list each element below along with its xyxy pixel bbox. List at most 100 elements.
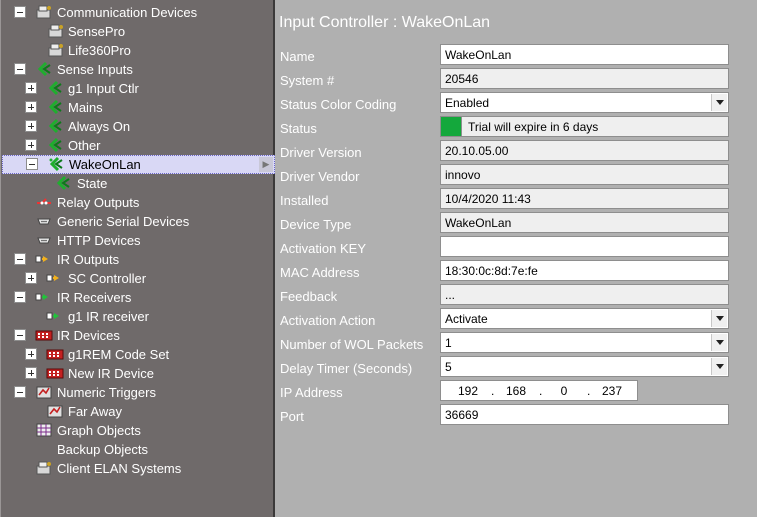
tree-node-label: Relay Outputs bbox=[57, 195, 140, 210]
tree-node-label: IR Receivers bbox=[57, 290, 132, 305]
expand-toggle[interactable] bbox=[25, 272, 37, 284]
expand-toggle[interactable] bbox=[25, 101, 37, 113]
tree-node-ir-receivers[interactable]: IR Receivers bbox=[1, 288, 274, 307]
tree-node-label: Backup Objects bbox=[57, 442, 149, 457]
driver-vendor-value: innovo bbox=[445, 168, 481, 182]
tree-node-label: State bbox=[77, 176, 108, 191]
tree-node-new-ir-device[interactable]: New IR Device bbox=[1, 364, 274, 383]
ir-device-icon bbox=[35, 327, 53, 343]
wol-packets-select[interactable]: 1 bbox=[440, 332, 729, 353]
installed-field: 10/4/2020 11:43 bbox=[440, 188, 729, 209]
tree-node-wakeonlan[interactable]: WakeOnLan ▶ bbox=[2, 155, 275, 174]
tree-node-ir-devices[interactable]: IR Devices bbox=[1, 326, 274, 345]
chevron-down-icon[interactable] bbox=[711, 94, 727, 111]
sense-input-icon bbox=[47, 156, 65, 172]
sense-input-icon bbox=[46, 137, 64, 153]
collapse-toggle[interactable] bbox=[14, 329, 26, 341]
sense-device-icon bbox=[47, 42, 65, 58]
feedback-field[interactable]: ... bbox=[440, 284, 729, 305]
ip-octet-2[interactable]: 168 bbox=[499, 384, 533, 398]
status-color-coding-value: Enabled bbox=[445, 96, 490, 110]
status-field: Trial will expire in 6 days bbox=[440, 116, 729, 137]
tree-node-numeric-triggers[interactable]: Numeric Triggers bbox=[1, 383, 274, 402]
device-tree[interactable]: Communication Devices SensePro Life360Pr… bbox=[0, 0, 275, 517]
serial-icon bbox=[35, 213, 53, 229]
collapse-toggle[interactable] bbox=[14, 6, 26, 18]
ip-address-field[interactable]: 192 . 168 . 0 . 237 bbox=[440, 380, 638, 401]
ip-separator: . bbox=[539, 384, 543, 398]
label-status-color-coding: Status Color Coding bbox=[280, 97, 397, 112]
tree-node-far-away[interactable]: Far Away bbox=[1, 402, 274, 421]
expand-toggle[interactable] bbox=[25, 82, 37, 94]
tree-node-label: Graph Objects bbox=[57, 423, 141, 438]
tree-node-relay-outputs[interactable]: Relay Outputs bbox=[1, 193, 274, 212]
activation-key-field[interactable] bbox=[440, 236, 729, 257]
label-status: Status bbox=[280, 121, 317, 136]
ip-octet-3[interactable]: 0 bbox=[547, 384, 581, 398]
tree-node-always-on[interactable]: Always On bbox=[1, 117, 274, 136]
label-name: Name bbox=[280, 49, 315, 64]
name-field[interactable]: WakeOnLan bbox=[440, 44, 729, 65]
tree-node-g1rem-code-set[interactable]: g1REM Code Set bbox=[1, 345, 274, 364]
tree-node-label: Mains bbox=[68, 100, 103, 115]
label-activation-key: Activation KEY bbox=[280, 241, 366, 256]
tree-node-ir-outputs[interactable]: IR Outputs bbox=[1, 250, 274, 269]
chevron-right-icon[interactable]: ▶ bbox=[259, 157, 273, 172]
tree-node-label: IR Devices bbox=[57, 328, 120, 343]
tree-node-other[interactable]: Other bbox=[1, 136, 274, 155]
tree-node-http-devices[interactable]: HTTP Devices bbox=[1, 231, 274, 250]
mac-address-field[interactable]: 18:30:0c:8d:7e:fe bbox=[440, 260, 729, 281]
chevron-down-icon[interactable] bbox=[711, 334, 727, 351]
expand-toggle[interactable] bbox=[25, 139, 37, 151]
expand-toggle[interactable] bbox=[25, 367, 37, 379]
label-mac-address: MAC Address bbox=[280, 265, 360, 280]
tree-node-communication-devices[interactable]: Communication Devices bbox=[1, 3, 274, 22]
ip-octet-4[interactable]: 237 bbox=[595, 384, 629, 398]
collapse-toggle[interactable] bbox=[14, 291, 26, 303]
tree-node-g1-input-ctlr[interactable]: g1 Input Ctlr bbox=[1, 79, 274, 98]
tree-node-state[interactable]: State bbox=[1, 174, 274, 193]
port-value: 36669 bbox=[445, 408, 479, 422]
chevron-down-icon[interactable] bbox=[711, 310, 727, 327]
tree-node-sc-controller[interactable]: SC Controller bbox=[1, 269, 274, 288]
tree-node-client-elan-systems[interactable]: Client ELAN Systems bbox=[1, 459, 274, 478]
delay-timer-select[interactable]: 5 bbox=[440, 356, 729, 377]
ir-receiver-icon bbox=[35, 289, 53, 305]
tree-node-label: Communication Devices bbox=[57, 5, 198, 20]
numeric-trigger-icon bbox=[46, 403, 64, 419]
tree-node-sense-inputs[interactable]: Sense Inputs bbox=[1, 60, 274, 79]
collapse-toggle[interactable] bbox=[26, 158, 38, 170]
status-color-coding-select[interactable]: Enabled bbox=[440, 92, 729, 113]
tree-node-mains[interactable]: Mains bbox=[1, 98, 274, 117]
tree-node-label: WakeOnLan bbox=[69, 157, 141, 172]
collapse-toggle[interactable] bbox=[14, 386, 26, 398]
tree-node-graph-objects[interactable]: Graph Objects bbox=[1, 421, 274, 440]
collapse-toggle[interactable] bbox=[14, 253, 26, 265]
device-type-field: WakeOnLan bbox=[440, 212, 729, 233]
chevron-down-icon[interactable] bbox=[711, 358, 727, 375]
feedback-value: ... bbox=[445, 288, 456, 302]
panel-title: Input Controller : WakeOnLan bbox=[279, 14, 491, 31]
tree-node-life360pro[interactable]: Life360Pro bbox=[1, 41, 274, 60]
activation-action-select[interactable]: Activate bbox=[440, 308, 729, 329]
expand-toggle[interactable] bbox=[25, 120, 37, 132]
tree-node-label: Client ELAN Systems bbox=[57, 461, 182, 476]
wol-packets-value: 1 bbox=[445, 336, 452, 350]
port-field[interactable]: 36669 bbox=[440, 404, 729, 425]
label-device-type: Device Type bbox=[280, 217, 352, 232]
ip-octet-1[interactable]: 192 bbox=[451, 384, 485, 398]
label-feedback: Feedback bbox=[280, 289, 338, 304]
tree-node-backup-objects[interactable]: Backup Objects bbox=[1, 440, 274, 459]
tree-node-label: IR Outputs bbox=[57, 252, 120, 267]
activation-action-value: Activate bbox=[445, 312, 488, 326]
tree-node-sensepro[interactable]: SensePro bbox=[1, 22, 274, 41]
tree-node-label: Numeric Triggers bbox=[57, 385, 156, 400]
tree-node-generic-serial-devices[interactable]: Generic Serial Devices bbox=[1, 212, 274, 231]
collapse-toggle[interactable] bbox=[14, 63, 26, 75]
ir-device-icon bbox=[46, 365, 64, 381]
expand-toggle[interactable] bbox=[25, 348, 37, 360]
ir-output-icon bbox=[46, 270, 64, 286]
tree-node-g1-ir-receiver[interactable]: g1 IR receiver bbox=[1, 307, 274, 326]
label-driver-version: Driver Version bbox=[280, 145, 362, 160]
sense-input-icon bbox=[54, 175, 72, 191]
